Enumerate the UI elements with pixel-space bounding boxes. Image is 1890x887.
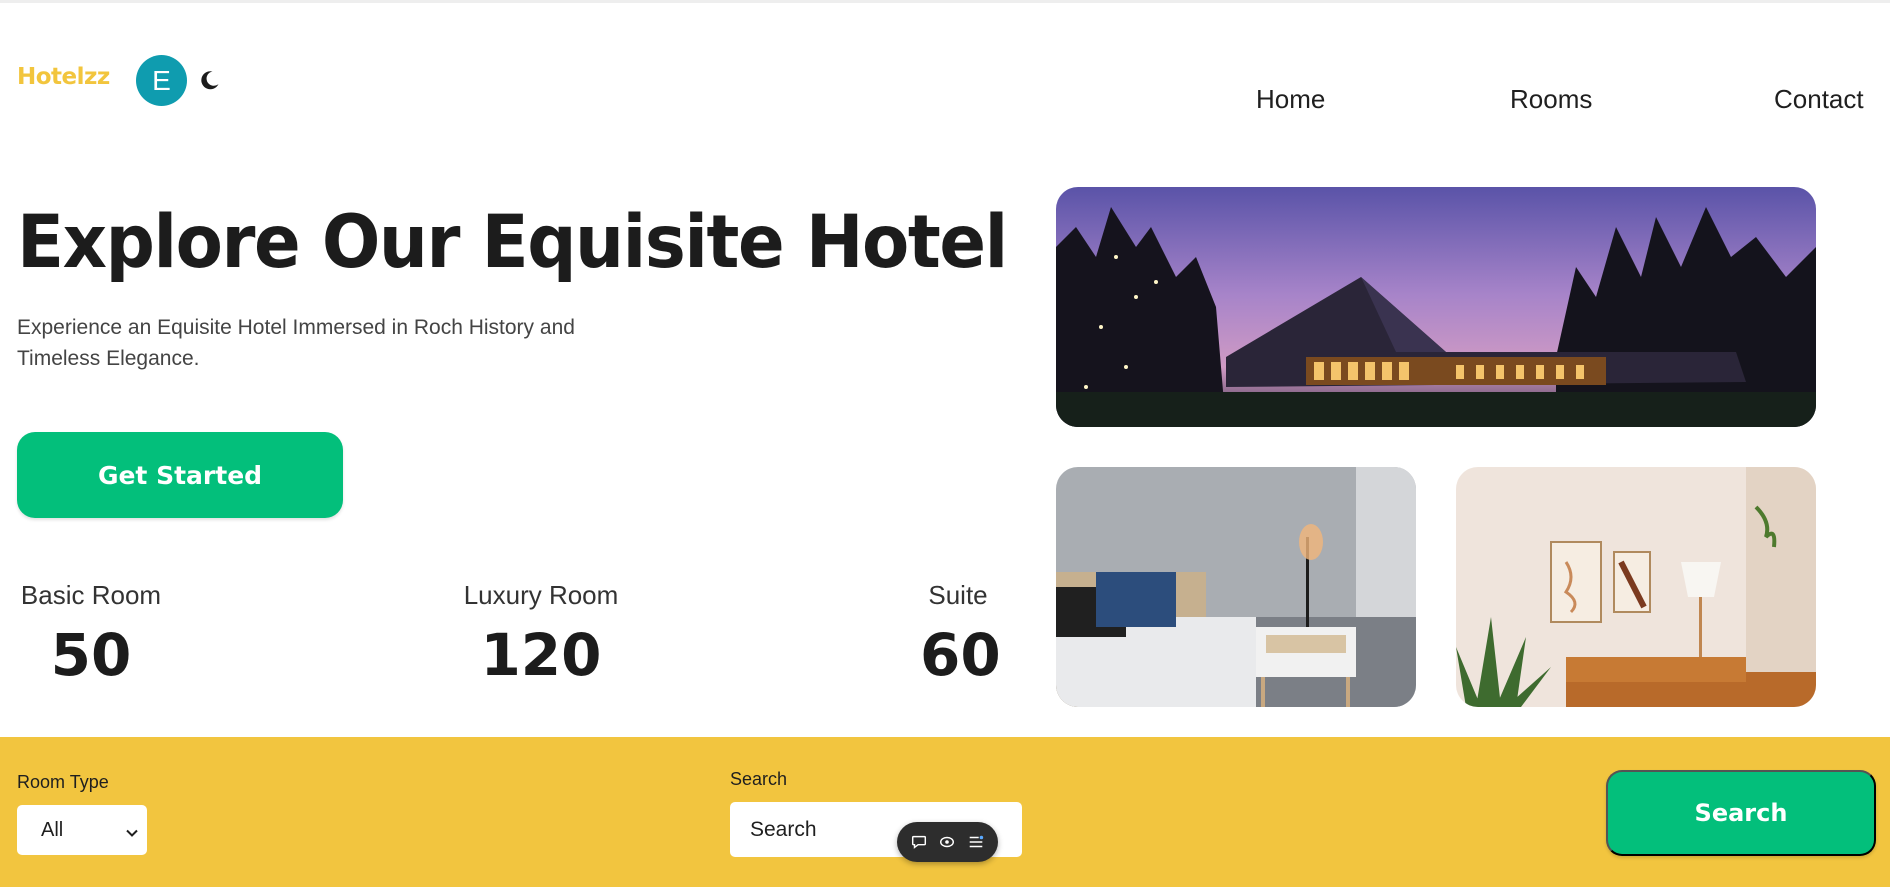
stat-luxury-room: Luxury Room 120 — [462, 580, 620, 689]
living-room-sofa-image — [1456, 467, 1816, 707]
stat-label: Luxury Room — [463, 580, 619, 610]
nav-home-link[interactable]: Home — [1256, 84, 1325, 115]
stat-value: 50 — [50, 621, 132, 689]
stat-label: Suite — [928, 580, 988, 610]
stat-value: 60 — [920, 621, 1001, 689]
stat-label: Basic Room — [20, 580, 162, 610]
stat-basic-room: Basic Room 50 — [17, 580, 165, 689]
hero-title: Explore Our Equisite Hotel — [17, 200, 1008, 285]
search-button[interactable]: Search — [1606, 770, 1876, 856]
stat-suite: Suite 60 — [920, 580, 1001, 689]
user-avatar[interactable]: E — [136, 55, 187, 106]
nav-rooms-link[interactable]: Rooms — [1510, 84, 1592, 115]
search-label: Search — [730, 769, 788, 789]
room-type-select[interactable]: All — [17, 805, 147, 855]
chevron-down-icon — [125, 823, 139, 837]
top-border — [0, 0, 1890, 3]
hotel-exterior-dusk-image — [1056, 187, 1816, 427]
eye-icon[interactable] — [937, 832, 957, 852]
stat-value: 120 — [480, 621, 602, 689]
bedroom-nightstand-image — [1056, 467, 1416, 707]
comment-icon[interactable] — [909, 832, 929, 852]
room-type-selected-value: All — [41, 818, 64, 841]
get-started-button[interactable]: Get Started — [17, 432, 343, 518]
room-type-label: Room Type — [17, 772, 109, 792]
floating-toolbar — [897, 822, 998, 862]
list-icon[interactable] — [966, 832, 986, 852]
moon-icon[interactable] — [198, 68, 222, 92]
nav-contact-link[interactable]: Contact — [1774, 84, 1864, 115]
hero-subtitle: Experience an Equisite Hotel Immersed in… — [17, 316, 575, 370]
brand-logo[interactable]: Hotelzz — [17, 64, 110, 90]
